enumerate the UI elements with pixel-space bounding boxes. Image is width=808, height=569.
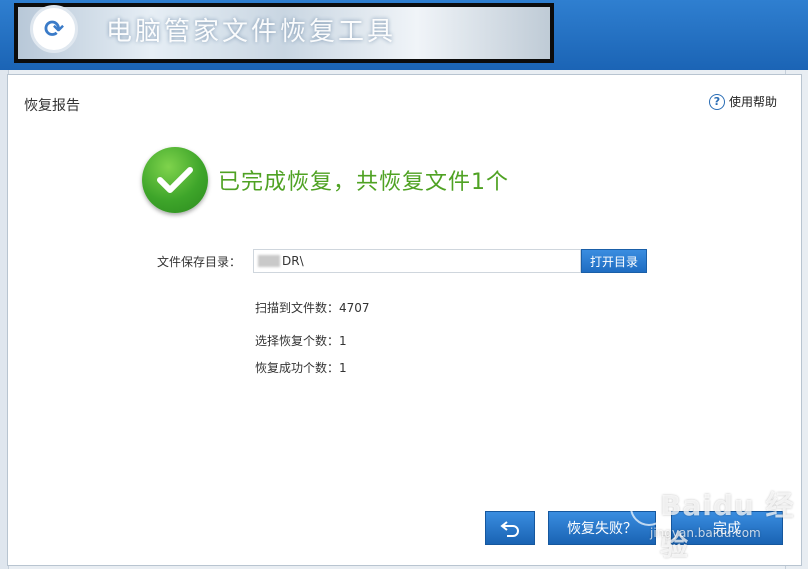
check-circle-icon (142, 147, 208, 213)
redacted-path (258, 255, 280, 267)
success-message: 已完成恢复，共恢复文件1个 (218, 170, 509, 195)
succeeded-count: 恢复成功个数：1 (255, 361, 347, 375)
save-directory-value: DR\ (282, 254, 304, 268)
save-directory-row: 文件保存目录： DR\ 打开目录 (157, 249, 647, 273)
qq-pcmgr-logo-icon: ⟳ (30, 5, 78, 53)
success-banner: 已完成恢复，共恢复文件1个 (142, 147, 509, 213)
done-button[interactable]: 完成 (671, 511, 783, 545)
help-label: 使用帮助 (728, 95, 777, 109)
scanned-count: 扫描到文件数：4707 (255, 301, 370, 315)
app-title-banner: ⟳ 电脑管家文件恢复工具 (14, 3, 554, 63)
back-arrow-icon (500, 521, 519, 537)
recovery-report-dialog: 恢复报告 ? 使用帮助 已完成恢复，共恢复文件1个 文件保存目录： DR\ 打开… (7, 74, 802, 566)
question-circle-icon: ? (708, 93, 725, 110)
recovery-failed-button[interactable]: 恢复失败？ (548, 511, 656, 545)
back-button[interactable] (485, 511, 535, 545)
save-directory-label: 文件保存目录： (157, 254, 242, 269)
save-directory-field[interactable]: DR\ (253, 249, 581, 273)
app-title: 电脑管家文件恢复工具 (106, 17, 397, 47)
open-directory-button[interactable]: 打开目录 (581, 249, 647, 273)
help-link[interactable]: ? 使用帮助 (708, 93, 777, 110)
dialog-title: 恢复报告 (24, 98, 80, 114)
selected-count: 选择恢复个数：1 (255, 334, 347, 348)
